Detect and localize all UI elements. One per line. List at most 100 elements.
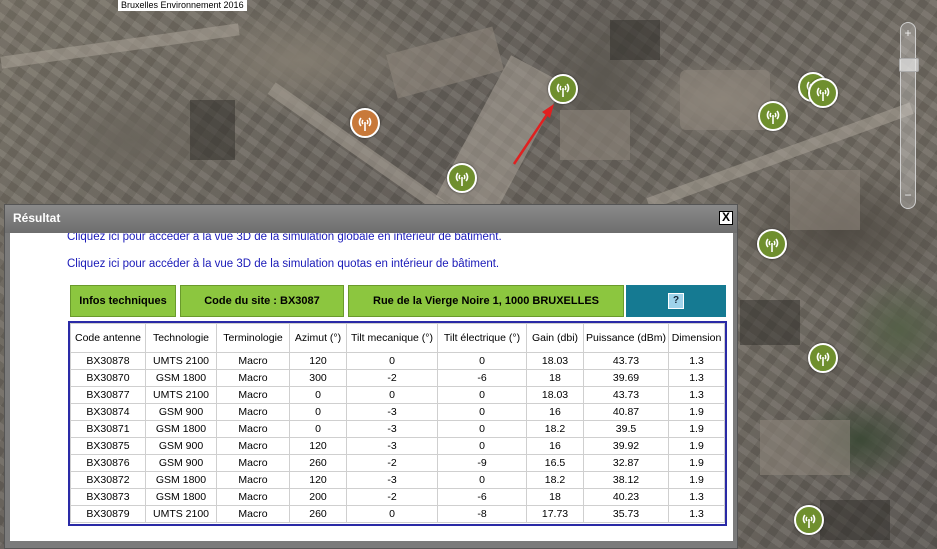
antenna-icon: [358, 117, 372, 131]
table-cell: BX30871: [70, 420, 146, 438]
table-cell: GSM 900: [145, 403, 217, 421]
map-copyright: Bruxelles Environnement 2016: [118, 0, 247, 11]
table-cell: 1.3: [668, 488, 725, 506]
zoom-track[interactable]: [900, 22, 916, 209]
table-cell: -2: [346, 454, 438, 472]
table-cell: 1.3: [668, 505, 725, 523]
antenna-marker-selected[interactable]: [350, 108, 380, 138]
table-cell: 38.12: [583, 471, 669, 489]
table-cell: 18: [526, 488, 584, 506]
column-header: Gain (dbi): [526, 323, 584, 353]
table-cell: 0: [346, 505, 438, 523]
column-header: Technologie: [145, 323, 217, 353]
info-techniques-label: Infos techniques: [70, 285, 176, 317]
column-header: Tilt mecanique (°): [346, 323, 438, 353]
antenna-icon: [556, 83, 570, 97]
table-cell: 0: [437, 437, 527, 455]
table-cell: 18.2: [526, 420, 584, 438]
antenna-icon: [765, 238, 779, 252]
table-cell: -2: [346, 488, 438, 506]
antenna-icon: [802, 514, 816, 528]
table-cell: 1.3: [668, 352, 725, 370]
result-dialog: Résultat X Cliquez ici pour accéder à la…: [4, 204, 738, 549]
site-code: Code du site : BX3087: [180, 285, 344, 317]
table-cell: -3: [346, 420, 438, 438]
table-cell: Macro: [216, 454, 290, 472]
table-cell: GSM 900: [145, 437, 217, 455]
table-cell: BX30875: [70, 437, 146, 455]
table-cell: BX30873: [70, 488, 146, 506]
table-cell: 1.3: [668, 386, 725, 404]
link-3d-quotas[interactable]: Cliquez ici pour accéder à la vue 3D de …: [67, 258, 499, 270]
table-cell: 260: [289, 505, 347, 523]
table-cell: 0: [346, 386, 438, 404]
link-3d-global[interactable]: Cliquez ici pour accéder à la vue 3D de …: [67, 233, 502, 243]
table-cell: 300: [289, 369, 347, 387]
table-cell: 18.03: [526, 352, 584, 370]
table-cell: 1.9: [668, 454, 725, 472]
zoom-handle[interactable]: [899, 58, 919, 72]
table-cell: 1.9: [668, 437, 725, 455]
table-row: BX30873 GSM 1800 Macro 200 -2 -6 18 40.23 1.3: [70, 488, 725, 506]
help-cell: ?: [626, 285, 726, 317]
zoom-in-button[interactable]: +: [900, 26, 916, 40]
table-cell: BX30870: [70, 369, 146, 387]
antenna-table: Code antenne Technologie Terminologie Az…: [68, 321, 727, 526]
table-cell: 0: [437, 471, 527, 489]
table-cell: BX30872: [70, 471, 146, 489]
antenna-marker[interactable]: [808, 78, 838, 108]
dialog-body: Cliquez ici pour accéder à la vue 3D de …: [10, 233, 733, 541]
help-button[interactable]: ?: [668, 293, 684, 309]
table-cell: 200: [289, 488, 347, 506]
column-header: Dimension: [668, 323, 725, 353]
table-cell: Macro: [216, 488, 290, 506]
table-cell: UMTS 2100: [145, 352, 217, 370]
table-cell: Macro: [216, 420, 290, 438]
table-cell: 0: [437, 420, 527, 438]
dialog-titlebar[interactable]: Résultat X: [5, 205, 737, 233]
table-cell: Macro: [216, 369, 290, 387]
table-cell: 16: [526, 437, 584, 455]
table-cell: 1.3: [668, 369, 725, 387]
table-cell: 1.9: [668, 471, 725, 489]
column-header: Tilt électrique (°): [437, 323, 527, 353]
antenna-icon: [816, 87, 830, 101]
table-cell: BX30877: [70, 386, 146, 404]
table-cell: 35.73: [583, 505, 669, 523]
table-body: BX30878 UMTS 2100 Macro 120 0 0 18.03 43.73 1.3 B…: [70, 352, 725, 523]
table-cell: GSM 1800: [145, 488, 217, 506]
table-cell: 32.87: [583, 454, 669, 472]
antenna-marker[interactable]: [794, 505, 824, 535]
table-cell: Macro: [216, 403, 290, 421]
table-cell: 0: [289, 403, 347, 421]
table-cell: -3: [346, 437, 438, 455]
table-cell: 17.73: [526, 505, 584, 523]
column-header: Puissance (dBm): [583, 323, 669, 353]
table-cell: Macro: [216, 437, 290, 455]
table-cell: 1.9: [668, 403, 725, 421]
table-cell: Macro: [216, 352, 290, 370]
table-cell: -3: [346, 403, 438, 421]
table-row: BX30876 GSM 900 Macro 260 -2 -9 16.5 32.87 1.9: [70, 454, 725, 472]
table-cell: -8: [437, 505, 527, 523]
table-cell: 39.5: [583, 420, 669, 438]
table-cell: BX30874: [70, 403, 146, 421]
red-arrow-icon: [512, 104, 554, 165]
zoom-slider[interactable]: + −: [897, 22, 919, 212]
close-button[interactable]: X: [719, 211, 733, 225]
table-cell: 43.73: [583, 386, 669, 404]
table-cell: UMTS 2100: [145, 505, 217, 523]
antenna-marker[interactable]: [808, 343, 838, 373]
table-cell: BX30879: [70, 505, 146, 523]
table-cell: UMTS 2100: [145, 386, 217, 404]
antenna-marker[interactable]: [758, 101, 788, 131]
table-cell: -9: [437, 454, 527, 472]
antenna-marker[interactable]: [757, 229, 787, 259]
antenna-marker[interactable]: [447, 163, 477, 193]
table-row: BX30872 GSM 1800 Macro 120 -3 0 18.2 38.12 1.9: [70, 471, 725, 489]
table-cell: 18: [526, 369, 584, 387]
table-cell: BX30876: [70, 454, 146, 472]
table-cell: -6: [437, 488, 527, 506]
zoom-out-button[interactable]: −: [900, 188, 916, 202]
table-cell: 0: [289, 386, 347, 404]
